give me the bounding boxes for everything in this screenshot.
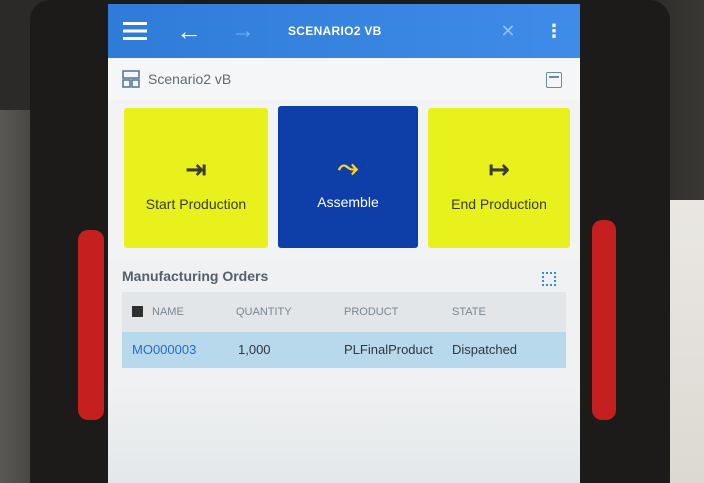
order-quantity: 1,000	[238, 342, 271, 357]
column-header-state[interactable]: STATE	[452, 292, 486, 332]
arrow-to-bar-icon: ⇥	[185, 154, 207, 184]
page-title: SCENARIO2 VB	[288, 24, 382, 38]
assemble-label: Assemble	[317, 194, 379, 210]
action-tiles: ⇥ Start Production ⤳ Assemble ↦ End Prod…	[108, 100, 580, 260]
app-bar: ← → SCENARIO2 VB ✕ ⋮	[108, 4, 580, 58]
expand-icon[interactable]	[542, 272, 556, 286]
arrow-left-icon[interactable]: ←	[174, 4, 204, 58]
order-product: PLFinalProduct	[344, 342, 433, 357]
merge-arrow-icon: ⤳	[337, 152, 359, 182]
arrow-right-icon[interactable]: →	[228, 4, 258, 58]
end-production-label: End Production	[451, 196, 547, 212]
sub-header: Scenario2 vB	[108, 58, 580, 101]
arrow-from-bar-icon: ↦	[488, 154, 510, 184]
more-vertical-icon[interactable]: ⋮	[544, 4, 564, 58]
start-production-label: Start Production	[145, 196, 247, 212]
column-header-name[interactable]: NAME	[152, 292, 184, 332]
layout-grid-icon	[122, 70, 140, 88]
select-all-checkbox[interactable]	[132, 306, 143, 317]
table-row[interactable]: MO000003 1,000 PLFinalProduct Dispatched	[122, 332, 566, 368]
device-bumper-left	[78, 230, 104, 420]
assemble-tile[interactable]: ⤳ Assemble	[278, 106, 418, 248]
sub-header-title: Scenario2 vB	[148, 71, 232, 87]
start-production-tile[interactable]: ⇥ Start Production	[124, 108, 268, 248]
screen-glare	[108, 384, 580, 483]
table-header: NAME QUANTITY PRODUCT STATE	[122, 292, 566, 332]
close-icon[interactable]: ✕	[496, 4, 520, 58]
order-state: Dispatched	[452, 342, 518, 357]
column-header-quantity[interactable]: QUANTITY	[236, 292, 292, 332]
device-bumper-right	[592, 220, 616, 420]
orders-table: NAME QUANTITY PRODUCT STATE MO000003 1,0…	[122, 292, 566, 368]
panel-icon[interactable]	[546, 72, 562, 88]
end-production-tile[interactable]: ↦ End Production	[428, 108, 570, 248]
column-header-product[interactable]: PRODUCT	[344, 292, 398, 332]
hamburger-menu-icon[interactable]	[120, 4, 150, 58]
device-screen: ← → SCENARIO2 VB ✕ ⋮ Scenario2 vB ⇥ Star…	[108, 4, 580, 483]
section-title: Manufacturing Orders	[122, 268, 269, 284]
order-name-link[interactable]: MO000003	[132, 332, 196, 368]
